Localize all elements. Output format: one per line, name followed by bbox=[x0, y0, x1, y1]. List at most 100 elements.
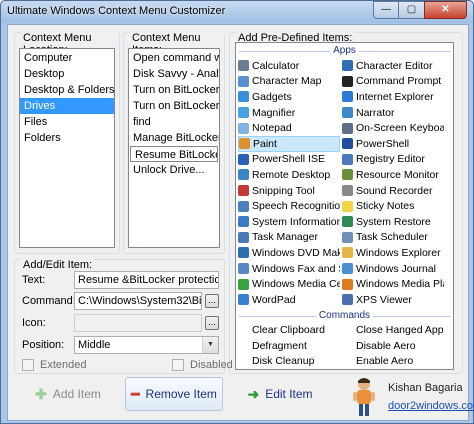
predefined-app-label: Sticky Notes bbox=[356, 200, 415, 213]
predefined-app-item[interactable]: Windows Fax and Scan bbox=[238, 261, 340, 277]
character-map-icon bbox=[238, 75, 249, 87]
context-items-list-item[interactable]: Resume BitLocker pr... bbox=[130, 146, 218, 162]
predefined-app-label: Magnifier bbox=[252, 106, 296, 119]
app-window: Ultimate Windows Context Menu Customizer… bbox=[0, 0, 474, 424]
predefined-app-label: Narrator bbox=[356, 106, 395, 119]
apps-section-label: Apps bbox=[330, 45, 359, 56]
remove-item-label: Remove Item bbox=[145, 387, 217, 401]
context-items-list-item[interactable]: Disk Savvy - Analyze ... bbox=[129, 66, 219, 82]
location-list-item[interactable]: Folders bbox=[20, 130, 114, 146]
predefined-app-label: Windows Journal bbox=[356, 262, 436, 275]
predefined-app-item[interactable]: XPS Viewer bbox=[342, 292, 444, 308]
context-items-list-item[interactable]: Turn on BitLocker... bbox=[129, 98, 219, 114]
icon-input[interactable] bbox=[74, 314, 202, 332]
predefined-app-item[interactable]: Windows Media Player bbox=[342, 276, 444, 292]
predefined-app-label: Windows Fax and Scan bbox=[252, 262, 340, 275]
predefined-app-item[interactable]: Command Prompt bbox=[342, 74, 444, 90]
keyboard-icon bbox=[342, 122, 353, 134]
remote-desktop-icon bbox=[238, 169, 249, 181]
predefined-app-item[interactable]: Task Manager bbox=[238, 230, 340, 246]
media-player-icon bbox=[342, 278, 353, 290]
predefined-app-item[interactable]: Character Editor bbox=[342, 58, 444, 74]
context-items-list-item[interactable]: find bbox=[129, 114, 219, 130]
edit-item-button[interactable]: ➜ Edit Item bbox=[234, 377, 326, 411]
predefined-app-item[interactable]: Sound Recorder bbox=[342, 183, 444, 199]
predefined-app-item[interactable]: System Restore bbox=[342, 214, 444, 230]
context-items-list-item[interactable]: Unlock Drive... bbox=[129, 162, 219, 178]
apps-grid: Calculator Character Editor Character Map C… bbox=[236, 58, 453, 308]
add-edit-label: Add/Edit Item: bbox=[21, 259, 95, 271]
predefined-app-item[interactable]: Snipping Tool bbox=[238, 183, 340, 199]
xps-viewer-icon bbox=[342, 294, 353, 306]
author-link[interactable]: door2windows.com bbox=[388, 400, 474, 412]
predefined-app-item[interactable]: Speech Recognition bbox=[238, 198, 340, 214]
predefined-app-item[interactable]: Task Scheduler bbox=[342, 230, 444, 246]
location-list-item[interactable]: Drives bbox=[20, 98, 114, 114]
context-items-list-item[interactable]: Open command wind... bbox=[129, 50, 219, 66]
minimize-button[interactable]: — bbox=[373, 1, 399, 19]
predefined-app-item[interactable]: Notepad bbox=[238, 120, 340, 136]
predefined-app-item[interactable]: Remote Desktop bbox=[238, 167, 340, 183]
icon-browse-button[interactable]: ... bbox=[205, 316, 219, 330]
predefined-command-item[interactable]: Clear Clipboard bbox=[238, 323, 340, 339]
predefined-app-item[interactable]: Magnifier bbox=[238, 105, 340, 121]
powershell-ise-icon bbox=[238, 153, 249, 165]
context-items-list-item[interactable]: Turn on BitLocker... bbox=[129, 82, 219, 98]
predefined-app-item[interactable]: Gadgets bbox=[238, 89, 340, 105]
extended-checkbox-box[interactable] bbox=[22, 359, 34, 371]
predefined-app-item[interactable]: Resource Monitor bbox=[342, 167, 444, 183]
context-menu-items-list[interactable]: Open command wind...Disk Savvy - Analyze… bbox=[128, 48, 220, 248]
disabled-checkbox-box[interactable] bbox=[172, 359, 184, 371]
predefined-app-item[interactable]: Paint bbox=[238, 135, 340, 152]
predefined-app-item[interactable]: Windows Journal bbox=[342, 261, 444, 277]
predefined-app-item[interactable]: Windows Explorer bbox=[342, 245, 444, 261]
text-input[interactable]: Resume &BitLocker protection bbox=[74, 271, 219, 289]
predefined-app-item[interactable]: Windows Media Cen... bbox=[238, 276, 340, 292]
predefined-app-item[interactable]: Calculator bbox=[238, 58, 340, 74]
title-bar[interactable]: Ultimate Windows Context Menu Customizer… bbox=[1, 1, 473, 23]
predefined-app-item[interactable]: PowerShell bbox=[342, 136, 444, 152]
predefined-app-item[interactable]: Narrator bbox=[342, 105, 444, 121]
location-list-item[interactable]: Desktop & Folders bbox=[20, 82, 114, 98]
predefined-app-label: Character Map bbox=[252, 75, 322, 88]
predefined-app-label: Character Editor bbox=[356, 59, 433, 72]
command-browse-button[interactable]: ... bbox=[205, 294, 219, 308]
location-list-item[interactable]: Files bbox=[20, 114, 114, 130]
predefined-app-item[interactable]: Character Map bbox=[238, 74, 340, 90]
extended-checkbox[interactable]: Extended bbox=[22, 359, 86, 371]
predefined-command-item[interactable]: Disable Aero bbox=[342, 338, 444, 354]
location-list-item[interactable]: Computer bbox=[20, 50, 114, 66]
system-restore-icon bbox=[342, 216, 353, 228]
calculator-icon bbox=[238, 60, 249, 72]
add-item-button[interactable]: ✚ Add Item bbox=[22, 377, 114, 411]
maximize-button[interactable]: ▢ bbox=[399, 1, 424, 19]
plus-icon: ✚ bbox=[35, 385, 47, 402]
predefined-app-label: On-Screen Keyboard bbox=[356, 122, 444, 135]
predefined-app-item[interactable]: Windows DVD Maker bbox=[238, 245, 340, 261]
predefined-command-item[interactable]: Enable Aero bbox=[342, 354, 444, 369]
position-select[interactable]: Middle ▼ bbox=[74, 336, 219, 354]
predefined-app-item[interactable]: System Information bbox=[238, 214, 340, 230]
predefined-command-item[interactable]: Close Hanged Apps bbox=[342, 323, 444, 339]
remove-item-button[interactable]: ━ Remove Item bbox=[125, 377, 223, 411]
command-input[interactable]: C:\Windows\System32\BitLocker bbox=[74, 292, 202, 310]
predefined-app-item[interactable]: Sticky Notes bbox=[342, 198, 444, 214]
context-items-list-item[interactable]: Manage BitLocker... bbox=[129, 130, 219, 146]
predefined-items-list[interactable]: Apps Calculator Character Editor Character… bbox=[235, 42, 454, 370]
predefined-app-item[interactable]: WordPad bbox=[238, 292, 340, 308]
close-button[interactable]: ✕ bbox=[424, 1, 467, 19]
predefined-command-item[interactable]: Defragment bbox=[238, 338, 340, 354]
predefined-command-item[interactable]: Disk Cleanup bbox=[238, 354, 340, 369]
predefined-app-label: Windows Explorer bbox=[356, 246, 441, 259]
predefined-app-item[interactable]: Registry Editor bbox=[342, 152, 444, 168]
character-editor-icon bbox=[342, 60, 353, 72]
predefined-app-item[interactable]: PowerShell ISE bbox=[238, 152, 340, 168]
context-menu-location-list[interactable]: Computer Desktop Desktop & Folders Drives Fi… bbox=[19, 48, 115, 248]
disabled-checkbox-label: Disabled bbox=[190, 359, 233, 371]
context-menu-location-group: Context Menu Location: ComputerDesktopDe… bbox=[14, 32, 120, 254]
predefined-app-item[interactable]: On-Screen Keyboard bbox=[342, 120, 444, 136]
predefined-app-item[interactable]: Internet Explorer bbox=[342, 89, 444, 105]
disabled-checkbox[interactable]: Disabled bbox=[172, 359, 233, 371]
chevron-down-icon[interactable]: ▼ bbox=[202, 337, 218, 353]
location-list-item[interactable]: Desktop bbox=[20, 66, 114, 82]
